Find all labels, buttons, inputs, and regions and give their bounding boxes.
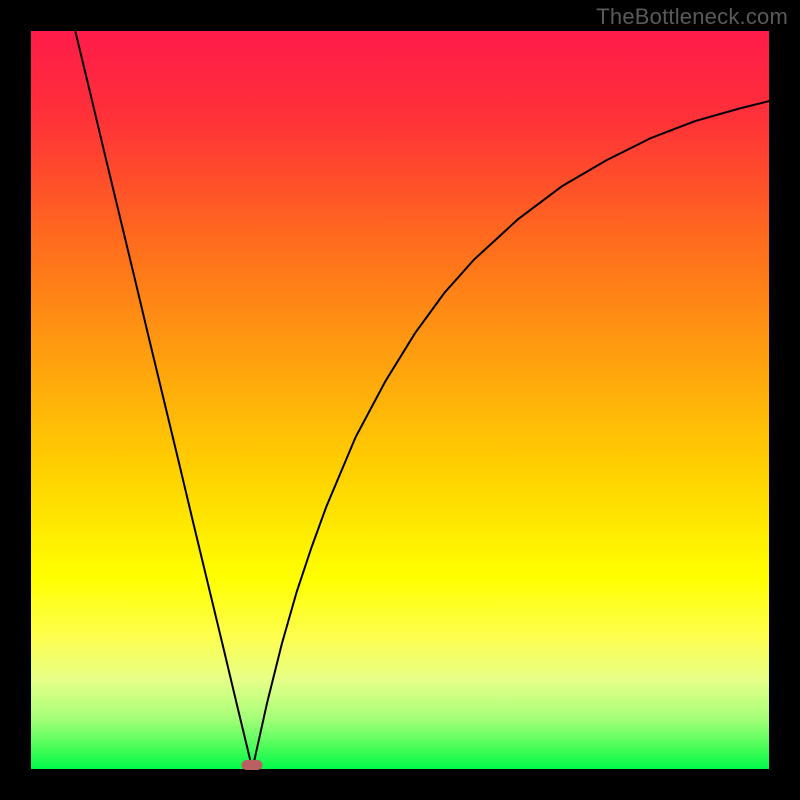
chart-frame: TheBottleneck.com [0,0,800,800]
plot-area [31,31,769,769]
watermark-text: TheBottleneck.com [596,4,788,30]
bottleneck-curve [31,31,769,769]
minimum-marker [242,760,263,770]
curve-path [75,31,769,769]
